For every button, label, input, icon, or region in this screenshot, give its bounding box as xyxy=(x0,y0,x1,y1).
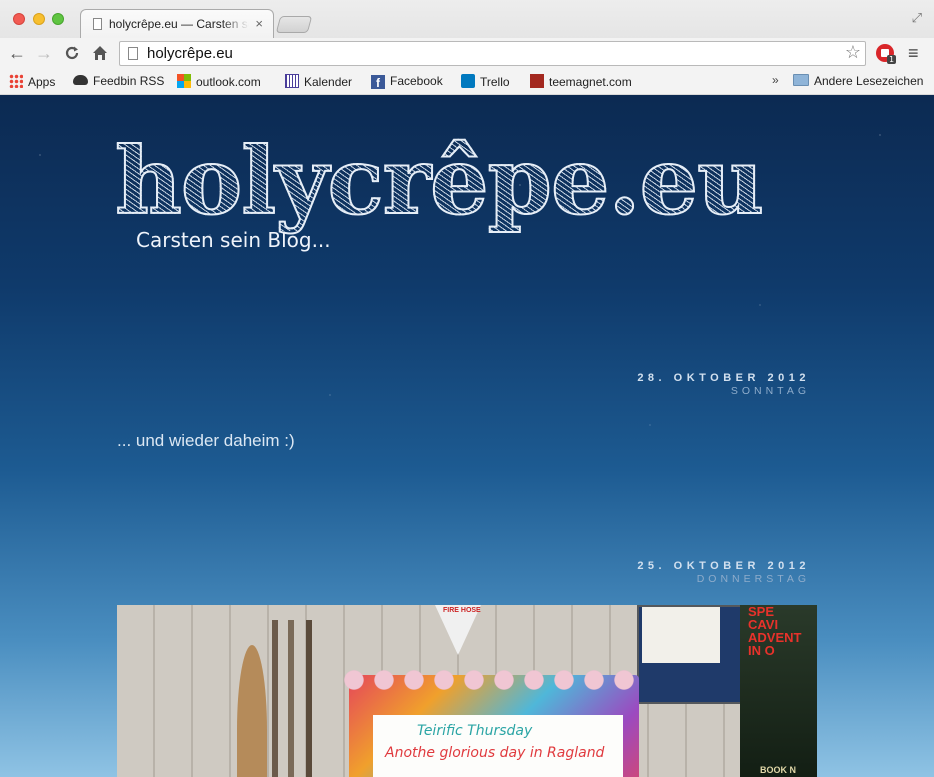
photo-whiteboard-line: Anothe glorious day in Ragland xyxy=(385,745,605,761)
bookmark-kalender[interactable]: Kalender xyxy=(285,74,352,90)
photo-poster: SPE CAVI ADVENT IN O BOOK N xyxy=(740,605,817,777)
bookmark-label: Trello xyxy=(480,75,510,89)
extension-badge: 1 xyxy=(887,55,897,64)
bookmark-feedbin[interactable]: Feedbin RSS xyxy=(73,74,164,90)
bookmark-label: Andere Lesezeichen xyxy=(814,74,924,88)
bookmark-teemagnet[interactable]: teemagnet.com xyxy=(530,74,632,90)
bookmark-label: outlook.com xyxy=(196,75,261,89)
post-date[interactable]: 25. OKTOBER 2012 xyxy=(637,560,810,572)
bookmark-label: Apps xyxy=(28,75,56,89)
bookmark-facebook[interactable]: f Facebook xyxy=(371,74,443,90)
bookmark-other-folder[interactable]: Andere Lesezeichen xyxy=(793,74,923,90)
photo-notice xyxy=(642,607,720,663)
bookmarks-overflow-button[interactable]: » xyxy=(772,73,779,87)
tab-close-icon[interactable]: × xyxy=(255,16,263,31)
photo-golf-clubs xyxy=(272,620,332,777)
home-icon[interactable] xyxy=(89,42,111,64)
photo-poster-foot: BOOK N xyxy=(760,765,796,775)
page-icon xyxy=(93,18,102,30)
site-logo-text: holycrêpe.eu xyxy=(114,130,785,232)
photo-sign-text: FIRE HOSE xyxy=(443,607,481,614)
bookmark-outlook[interactable]: outlook.com xyxy=(177,74,261,90)
bookmarks-bar: Apps Feedbin RSS outlook.com Kalender fF… xyxy=(0,70,934,94)
bookmark-apps[interactable]: Apps xyxy=(9,74,55,90)
calendar-icon xyxy=(285,74,299,88)
bookmark-label: Feedbin RSS xyxy=(93,74,165,88)
browser-chrome: holycrêpe.eu — Carsten sein Blog... × ⤢ … xyxy=(0,0,934,96)
window-minimize-button[interactable] xyxy=(33,13,45,25)
site-tagline: Carsten sein Blog... xyxy=(136,228,331,252)
back-arrow-icon[interactable]: ← xyxy=(6,42,28,64)
tab-active[interactable]: holycrêpe.eu — Carsten sein Blog... × xyxy=(80,9,274,38)
bookmark-trello[interactable]: Trello xyxy=(461,74,510,90)
tab-bar: holycrêpe.eu — Carsten sein Blog... × ⤢ xyxy=(0,0,934,38)
menu-icon[interactable]: ≡ xyxy=(908,43,919,64)
bookmark-star-icon[interactable]: ☆ xyxy=(845,42,861,63)
address-bar[interactable]: holycrêpe.eu ☆ xyxy=(119,41,866,66)
photo-whiteboard-title: Teirific Thursday xyxy=(417,723,533,739)
photo-flower-garland xyxy=(339,667,639,693)
forward-arrow-icon[interactable]: → xyxy=(33,42,55,64)
post-date[interactable]: 28. OKTOBER 2012 xyxy=(637,372,810,384)
photo-poster-title: SPE CAVI ADVENT IN O xyxy=(748,605,802,658)
page-content: holycrêpe.eu Carsten sein Blog... 28. OK… xyxy=(0,95,934,777)
new-tab-button[interactable] xyxy=(275,16,313,33)
apps-grid-icon xyxy=(9,74,23,88)
reload-icon[interactable] xyxy=(61,42,83,64)
trello-icon xyxy=(461,74,475,88)
post-photo[interactable]: FIRE HOSE SPE CAVI ADVENT IN O BOOK N Te… xyxy=(117,605,817,777)
toolbar: ← → holycrêpe.eu ☆ 1 ≡ xyxy=(0,38,934,70)
fullscreen-icon[interactable]: ⤢ xyxy=(912,10,922,26)
page-icon xyxy=(128,47,138,60)
facebook-icon: f xyxy=(371,75,385,90)
bookmark-label: teemagnet.com xyxy=(549,75,632,89)
post-day: SONNTAG xyxy=(730,385,810,397)
window-zoom-button[interactable] xyxy=(52,13,64,25)
feedbin-icon xyxy=(73,75,88,85)
address-url[interactable]: holycrêpe.eu xyxy=(147,45,233,62)
teemagnet-icon xyxy=(530,74,544,88)
folder-icon xyxy=(793,74,809,86)
bookmark-label: Kalender xyxy=(304,75,353,89)
bookmark-label: Facebook xyxy=(390,74,443,88)
post-text: ... und wieder daheim :) xyxy=(117,431,295,450)
post-day: DONNERSTAG xyxy=(696,573,810,585)
window-close-button[interactable] xyxy=(13,13,25,25)
outlook-icon xyxy=(177,74,191,88)
tab-title: holycrêpe.eu — Carsten sein Blog... xyxy=(109,17,249,31)
